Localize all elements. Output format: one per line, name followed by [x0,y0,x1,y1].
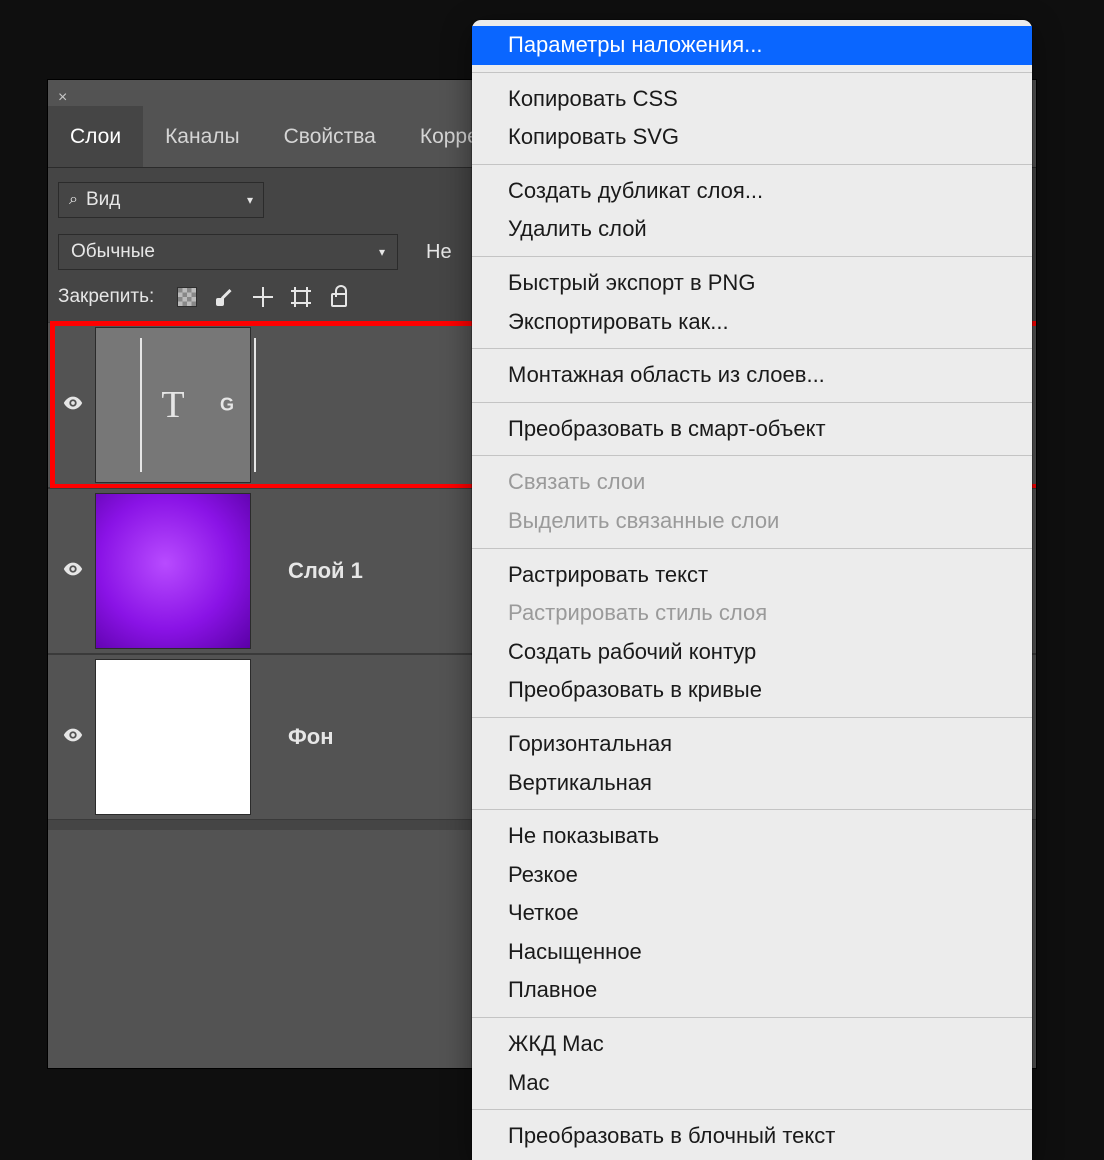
context-menu-item[interactable]: Растрировать текст [472,556,1032,595]
tab-channels[interactable]: Каналы [143,106,262,167]
context-menu-item[interactable]: Четкое [472,894,1032,933]
context-menu-separator [472,402,1032,403]
context-menu-separator [472,717,1032,718]
eye-icon [62,392,84,414]
context-menu-item: Связать слои [472,463,1032,502]
text-layer-icon: T [161,383,184,427]
context-menu-separator [472,809,1032,810]
context-menu-separator [472,72,1032,73]
lock-position-icon[interactable] [252,286,274,308]
context-menu-item[interactable]: Не показывать [472,817,1032,856]
visibility-toggle[interactable] [60,392,86,419]
context-menu-item[interactable]: Резкое [472,856,1032,895]
context-menu-item[interactable]: Преобразовать в кривые [472,671,1032,710]
context-menu-item[interactable]: Создать рабочий контур [472,633,1032,672]
layer-name[interactable]: Фон [288,724,334,750]
context-menu-item[interactable]: Экспортировать как... [472,303,1032,342]
context-menu-item[interactable]: Параметры наложения... [472,26,1032,65]
search-icon: ⌕ [69,191,78,209]
eye-icon [62,724,84,746]
context-menu-item[interactable]: Быстрый экспорт в PNG [472,264,1032,303]
lock-pixels-icon[interactable] [214,286,236,308]
lock-label: Закрепить: [58,286,154,308]
context-menu-item: Растрировать стиль слоя [472,594,1032,633]
context-menu-item[interactable]: Mac [472,1064,1032,1103]
context-menu-separator [472,164,1032,165]
context-menu-item[interactable]: Вертикальная [472,764,1032,803]
layer-thumbnail[interactable] [96,494,250,648]
context-menu-separator [472,348,1032,349]
visibility-toggle[interactable] [60,724,86,751]
context-menu-item: Выделить связанные слои [472,502,1032,541]
chevron-down-icon: ▾ [379,245,385,259]
opacity-label-fragment: Не [426,241,452,264]
lock-artboard-icon[interactable] [290,286,312,308]
context-menu-item[interactable]: Насыщенное [472,933,1032,972]
blend-mode-dropdown[interactable]: Обычные ▾ [58,234,398,270]
layer-thumb-badge: G [220,395,234,416]
layer-name[interactable]: Слой 1 [288,558,363,584]
context-menu-item[interactable]: ЖКД Mac [472,1025,1032,1064]
context-menu-separator [472,548,1032,549]
panel-close-button[interactable]: × [58,90,67,106]
lock-transparency-icon[interactable] [176,286,198,308]
blend-mode-value: Обычные [71,241,155,263]
context-menu-separator [472,1017,1032,1018]
context-menu-item[interactable]: Копировать CSS [472,80,1032,119]
layer-filter-label: Вид [86,189,120,211]
context-menu-separator [472,1109,1032,1110]
layer-filter-dropdown[interactable]: ⌕ Вид ▾ [58,182,264,218]
eye-icon [62,558,84,580]
context-menu-item[interactable]: Горизонтальная [472,725,1032,764]
lock-all-icon[interactable] [328,286,350,308]
layer-context-menu[interactable]: Параметры наложения... Копировать CSSКопи… [472,20,1032,1160]
tab-properties[interactable]: Свойства [262,106,398,167]
context-menu-item[interactable]: Монтажная область из слоев... [472,356,1032,395]
tab-layers[interactable]: Слои [48,106,143,167]
context-menu-item[interactable]: Удалить слой [472,210,1032,249]
context-menu-separator [472,256,1032,257]
context-menu-item[interactable]: Копировать SVG [472,118,1032,157]
context-menu-item[interactable]: Преобразовать в блочный текст [472,1117,1032,1156]
context-menu-item[interactable]: Плавное [472,971,1032,1010]
chevron-down-icon: ▾ [247,193,253,207]
layer-thumbnail[interactable] [96,660,250,814]
context-menu-item[interactable]: Преобразовать в смарт-объект [472,410,1032,449]
context-menu-item[interactable]: Создать дубликат слоя... [472,172,1032,211]
visibility-toggle[interactable] [60,558,86,585]
context-menu-separator [472,455,1032,456]
layer-thumbnail[interactable]: T G [96,328,250,482]
